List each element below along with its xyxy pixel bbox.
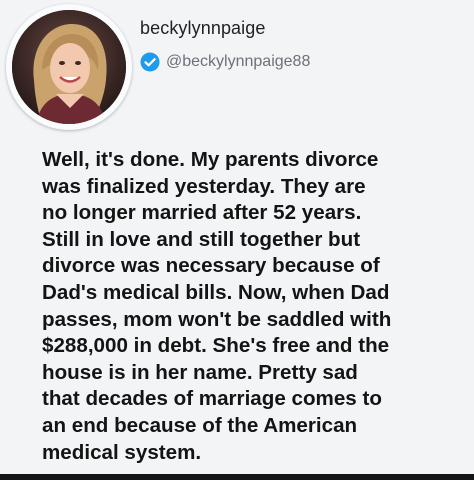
user-handle[interactable]: @beckylynnpaige88 [166,53,310,71]
post-card: beckylynnpaige @beckylynnpaige88 Well, i… [0,0,474,474]
avatar-photo-icon [12,10,126,124]
post-body-text: Well, it's done. My parents divorce was … [42,148,392,464]
bottom-border [0,474,474,480]
verified-check-icon [140,52,160,72]
handle-row: @beckylynnpaige88 [140,52,310,72]
username[interactable]: beckylynnpaige [140,18,265,39]
avatar[interactable] [12,10,126,124]
avatar-frame[interactable] [6,4,132,130]
